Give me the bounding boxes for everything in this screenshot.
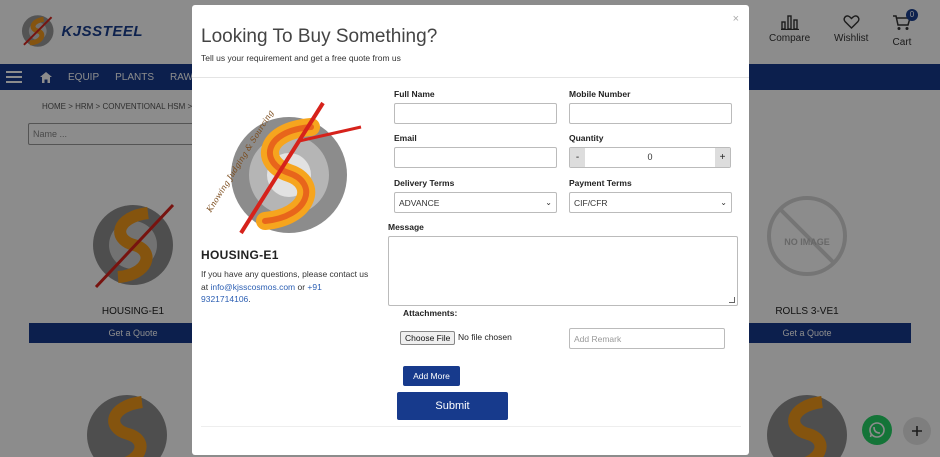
quantity-plus-button[interactable]: + bbox=[715, 148, 730, 167]
payment-terms-select[interactable]: CIF/CFR ⌄ bbox=[569, 192, 732, 213]
payment-terms-value: CIF/CFR bbox=[574, 197, 608, 208]
product-name: HOUSING-E1 bbox=[201, 248, 279, 262]
full-name-label: Full Name bbox=[394, 89, 435, 99]
message-label: Message bbox=[388, 222, 424, 232]
remark-input[interactable]: Add Remark bbox=[569, 328, 725, 349]
modal-title: Looking To Buy Something? bbox=[201, 26, 438, 47]
message-textarea[interactable] bbox=[388, 236, 738, 306]
submit-button[interactable]: Submit bbox=[397, 392, 508, 420]
mobile-label: Mobile Number bbox=[569, 89, 631, 99]
full-name-input[interactable] bbox=[394, 103, 557, 124]
quantity-minus-button[interactable]: - bbox=[570, 148, 585, 167]
add-more-button[interactable]: Add More bbox=[403, 366, 460, 386]
contact-email-link[interactable]: info@kjsscosmos.com bbox=[210, 282, 295, 292]
quantity-stepper: - 0 + bbox=[569, 147, 731, 168]
contact-suffix: . bbox=[248, 294, 251, 304]
choose-file-button[interactable]: Choose File bbox=[400, 331, 456, 345]
delivery-terms-value: ADVANCE bbox=[399, 197, 440, 208]
no-file-text: No file chosen bbox=[458, 332, 512, 342]
resize-handle-icon[interactable] bbox=[729, 297, 735, 303]
payment-terms-label: Payment Terms bbox=[569, 178, 632, 188]
modal-footer-divider bbox=[201, 426, 741, 427]
email-input[interactable] bbox=[394, 147, 557, 168]
modal-subtitle: Tell us your requirement and get a free … bbox=[201, 53, 401, 63]
quantity-input[interactable]: 0 bbox=[585, 148, 715, 167]
delivery-terms-select[interactable]: ADVANCE ⌄ bbox=[394, 192, 557, 213]
brand-logo-large-icon bbox=[231, 101, 362, 235]
product-logo: Knowing Judging & Sourcing bbox=[201, 97, 371, 242]
chevron-down-icon: ⌄ bbox=[720, 198, 727, 207]
quote-request-modal: × Looking To Buy Something? Tell us your… bbox=[192, 5, 749, 455]
contact-mid: or bbox=[295, 281, 308, 292]
delivery-terms-label: Delivery Terms bbox=[394, 178, 455, 188]
email-label: Email bbox=[394, 133, 417, 143]
modal-divider bbox=[192, 77, 749, 78]
close-icon[interactable]: × bbox=[733, 13, 739, 25]
contact-info: If you have any questions, please contac… bbox=[201, 268, 373, 306]
quantity-label: Quantity bbox=[569, 133, 604, 143]
chevron-down-icon: ⌄ bbox=[545, 198, 552, 207]
mobile-input[interactable] bbox=[569, 103, 732, 124]
attachments-label: Attachments: bbox=[403, 308, 458, 318]
